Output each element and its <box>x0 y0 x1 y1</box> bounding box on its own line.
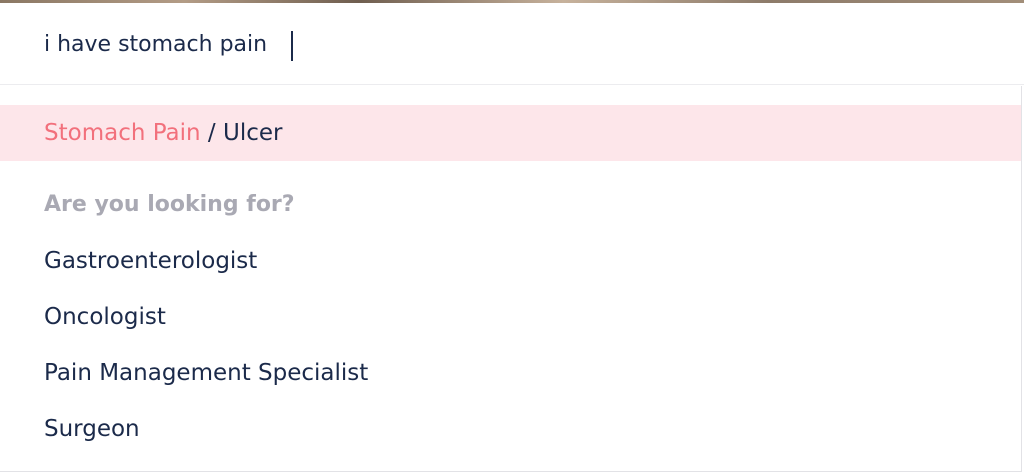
suggestion-match-text: Stomach Pain <box>44 120 201 146</box>
suggestion-stomach-pain-ulcer[interactable]: Stomach Pain / Ulcer <box>0 105 1021 161</box>
list-item-gastroenterologist[interactable]: Gastroenterologist <box>44 246 257 276</box>
search-suggestions-dropdown: Stomach Pain / Ulcer Are you looking for… <box>0 86 1022 472</box>
looking-for-heading: Are you looking for? <box>44 192 295 217</box>
list-item-oncologist[interactable]: Oncologist <box>44 302 166 332</box>
text-caret <box>291 31 293 61</box>
suggestion-rest-text: Ulcer <box>223 120 283 146</box>
search-bar <box>0 3 1024 85</box>
search-input[interactable] <box>44 27 944 63</box>
list-item-pain-management-specialist[interactable]: Pain Management Specialist <box>44 358 368 388</box>
list-item-surgeon[interactable]: Surgeon <box>44 414 140 444</box>
suggestion-separator: / <box>200 120 223 146</box>
suggestion-text: Stomach Pain / Ulcer <box>44 118 282 148</box>
